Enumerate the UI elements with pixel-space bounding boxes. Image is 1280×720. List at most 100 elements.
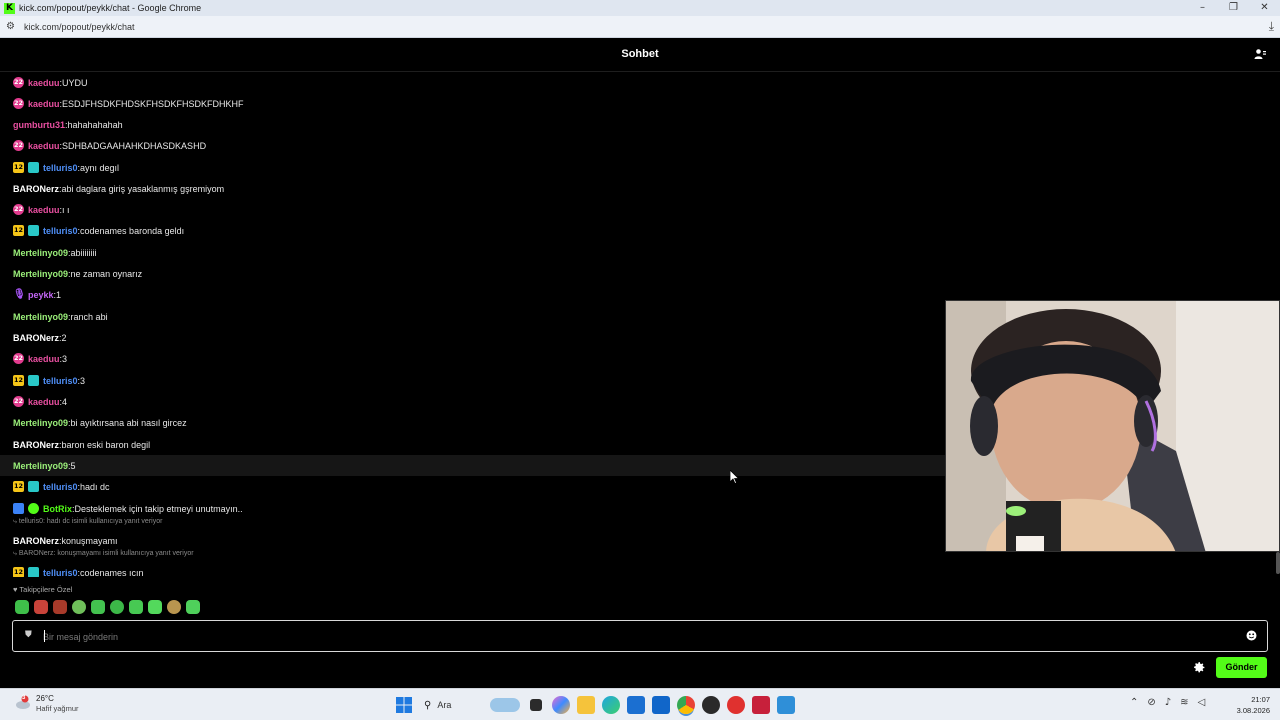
chat-username[interactable]: kaeduu	[28, 99, 60, 109]
chat-message[interactable]: BARONerz: 2	[0, 327, 945, 348]
subscriber-badge-icon[interactable]	[28, 225, 39, 236]
site-settings-icon[interactable]: ⚙	[6, 21, 16, 32]
user-badge-icon[interactable]: 12	[13, 481, 24, 492]
wifi-icon[interactable]: ≋	[1180, 697, 1188, 708]
taskbar-clock[interactable]: 21:07 3.08.2026	[1237, 694, 1270, 716]
chat-message-input[interactable]	[43, 628, 1223, 646]
chat-username[interactable]: kaeduu	[28, 141, 60, 151]
chat-message[interactable]: 12 telluris0: codenames baronda geldı	[0, 220, 945, 241]
emote-icon[interactable]	[15, 600, 29, 614]
chat-message[interactable]: BotRix: Desteklemek için takip etmeyi un…	[0, 498, 945, 519]
chat-message[interactable]: BARONerz: abi daglara giriş yasaklanmış …	[0, 178, 945, 199]
chat-username[interactable]: kaeduu	[28, 354, 60, 364]
chat-message[interactable]: 12 telluris0: hadı dc	[0, 476, 945, 497]
restore-icon[interactable]: ❐	[1218, 0, 1249, 16]
download-icon[interactable]: ⤓	[1269, 19, 1274, 34]
obs-icon[interactable]	[702, 696, 720, 714]
chat-username[interactable]: BARONerz	[13, 184, 59, 194]
chat-message[interactable]: 22 kaeduu: ı ı	[0, 199, 945, 220]
user-badge-icon[interactable]: 22	[13, 98, 24, 109]
user-badge-icon[interactable]: 22	[13, 140, 24, 151]
chat-username[interactable]: BotRix	[43, 504, 72, 514]
copilot-icon[interactable]	[552, 696, 570, 714]
chat-username[interactable]: gumburtu31	[13, 120, 65, 130]
user-badge-icon[interactable]: 22	[13, 204, 24, 215]
chat-message[interactable]: Mertelinyo09: bi ayıktırsana abi nasıl g…	[0, 412, 945, 433]
emote-icon[interactable]	[110, 600, 124, 614]
chat-message[interactable]: 22 kaeduu: SDHBADGAAHAHKDHASDKASHD	[0, 135, 945, 156]
emote-icon[interactable]	[167, 600, 181, 614]
network-off-icon[interactable]: ⊘	[1147, 697, 1155, 708]
user-badge-icon[interactable]: 22	[13, 396, 24, 407]
chat-message[interactable]: Mertelinyo09: ranch abi	[0, 306, 945, 327]
chat-message[interactable]: 22 kaeduu: 4	[0, 391, 945, 412]
chat-username[interactable]: Mertelinyo09	[13, 312, 68, 322]
chat-message[interactable]: 12 telluris0: codenames ıcın	[0, 562, 945, 577]
emote-icon[interactable]	[72, 600, 86, 614]
emote-icon[interactable]	[186, 600, 200, 614]
windows-start-icon[interactable]	[395, 696, 413, 714]
chat-username[interactable]: kaeduu	[28, 397, 60, 407]
chat-message[interactable]: 22 kaeduu: UYDU	[0, 72, 945, 93]
chat-username[interactable]: BARONerz	[13, 333, 59, 343]
emote-icon[interactable]	[91, 600, 105, 614]
emote-icon[interactable]	[148, 600, 162, 614]
emote-icon[interactable]	[53, 600, 67, 614]
subscriber-badge-icon[interactable]	[28, 162, 39, 173]
chat-username[interactable]: BARONerz	[13, 536, 59, 546]
settings-gear-icon[interactable]	[1193, 661, 1206, 674]
bot-badge-icon[interactable]	[13, 503, 24, 514]
chat-message-list[interactable]: 22 kaeduu: UYDU 22 kaeduu: ESDJFHSDKFHDSKFH…	[0, 72, 945, 577]
scrollbar-thumb[interactable]	[1276, 552, 1280, 574]
chat-message[interactable]: 🎙 peykk: 1	[0, 284, 945, 305]
chat-message[interactable]: Mertelinyo09: 5	[0, 455, 945, 476]
chat-message[interactable]: 22 kaeduu: 3	[0, 348, 945, 369]
url-text[interactable]: kick.com/popout/peykk/chat	[24, 22, 135, 32]
bot-badge-icon[interactable]	[28, 503, 39, 514]
user-badge-icon[interactable]: 12	[13, 225, 24, 236]
chat-username[interactable]: Mertelinyo09	[13, 418, 68, 428]
chevron-up-icon[interactable]: ⌃	[1130, 697, 1138, 708]
weather-widget[interactable]: 3 26°C Hafif yağmur	[14, 694, 79, 714]
microphone-icon[interactable]: ♪	[1165, 697, 1171, 708]
edge-icon[interactable]	[602, 696, 620, 714]
emote-icon[interactable]	[129, 600, 143, 614]
chat-username[interactable]: Mertelinyo09	[13, 248, 68, 258]
store-icon[interactable]	[627, 696, 645, 714]
subscriber-badge-icon[interactable]	[28, 481, 39, 492]
outlook-icon[interactable]	[652, 696, 670, 714]
minimize-icon[interactable]: –	[1187, 0, 1218, 16]
task-view-icon[interactable]	[530, 699, 542, 711]
chat-username[interactable]: telluris0	[43, 226, 78, 236]
users-icon[interactable]	[1254, 48, 1266, 60]
emoji-icon[interactable]	[1246, 630, 1257, 641]
chat-message[interactable]: 22 kaeduu: ESDJFHSDKFHDSKFHSDKFHSDKFDHKHF	[0, 93, 945, 114]
app-red-icon[interactable]	[727, 696, 745, 714]
chat-username[interactable]: Mertelinyo09	[13, 269, 68, 279]
user-badge-icon[interactable]: 12	[13, 567, 24, 577]
chat-username[interactable]: kaeduu	[28, 205, 60, 215]
subscriber-badge-icon[interactable]	[28, 567, 39, 577]
chat-username[interactable]: peykk	[28, 290, 54, 300]
chat-message[interactable]: BARONerz: baron eski baron degil	[0, 434, 945, 455]
chat-message[interactable]: 12 telluris0: aynı degıl	[0, 157, 945, 178]
chat-message[interactable]: Mertelinyo09: ne zaman oynarız	[0, 263, 945, 284]
send-button[interactable]: Gönder	[1216, 657, 1267, 678]
user-badge-icon[interactable]: 12	[13, 375, 24, 386]
chat-message[interactable]: BARONerz: konuşmayamı	[0, 530, 945, 551]
chat-username[interactable]: BARONerz	[13, 440, 59, 450]
subscriber-badge-icon[interactable]	[28, 375, 39, 386]
chat-message[interactable]: Mertelinyo09: abiiiiiiii	[0, 242, 945, 263]
user-badge-icon[interactable]: 22	[13, 77, 24, 88]
chat-username[interactable]: telluris0	[43, 568, 78, 578]
broadcaster-badge-icon[interactable]: 🎙	[13, 289, 26, 300]
chat-message[interactable]: 12 telluris0: 3	[0, 370, 945, 391]
volume-icon[interactable]: ◁	[1198, 697, 1206, 708]
app-vivaldi-icon[interactable]	[752, 696, 770, 714]
close-icon[interactable]: ✕	[1249, 0, 1280, 16]
app-blue-icon[interactable]	[777, 696, 795, 714]
file-explorer-icon[interactable]	[577, 696, 595, 714]
emote-icon[interactable]	[34, 600, 48, 614]
chat-username[interactable]: Mertelinyo09	[13, 461, 68, 471]
chrome-icon[interactable]	[677, 696, 695, 714]
